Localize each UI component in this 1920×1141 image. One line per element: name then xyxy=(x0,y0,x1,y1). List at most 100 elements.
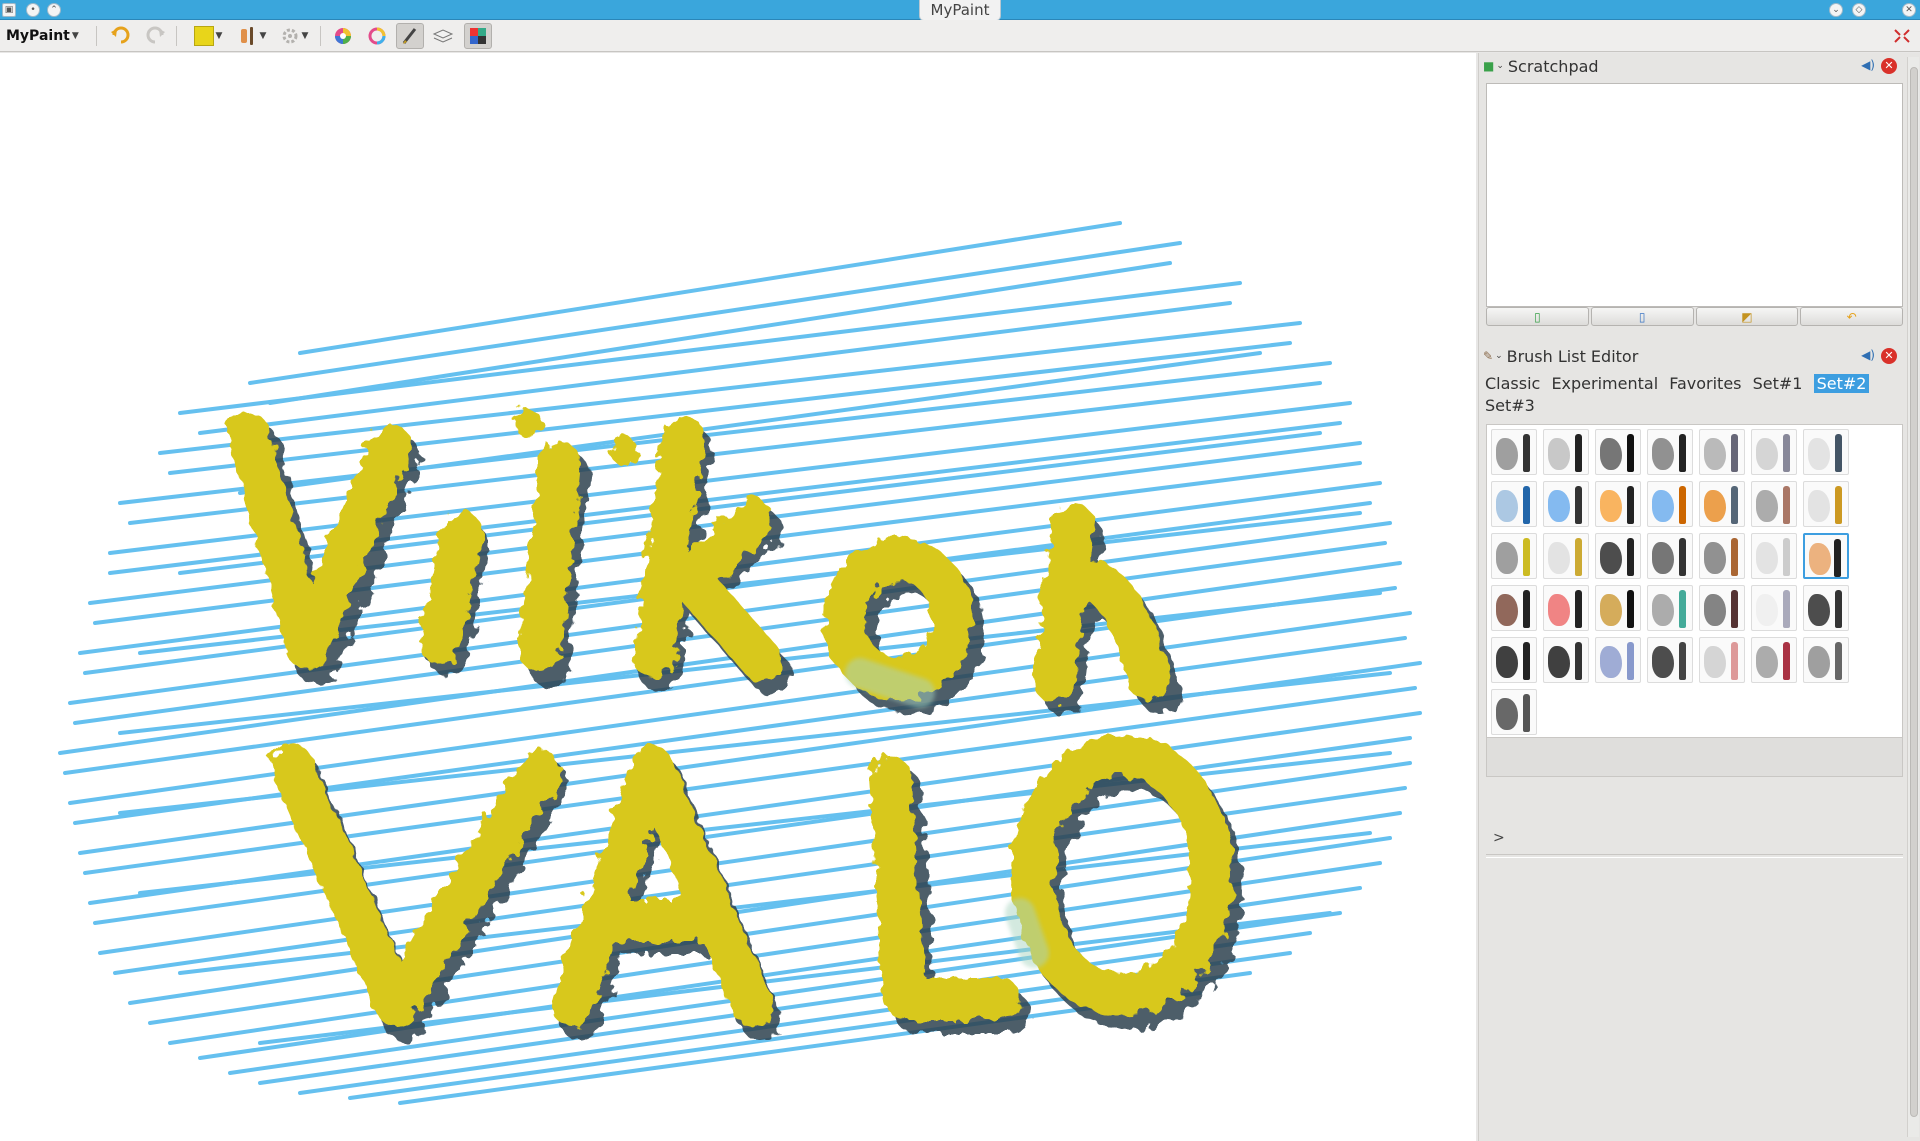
expand-arrow-icon[interactable]: > xyxy=(1493,830,1505,846)
tab-experimental[interactable]: Experimental xyxy=(1551,374,1658,393)
brush-thumbnail[interactable] xyxy=(1751,585,1797,631)
toolbar-separator xyxy=(176,26,177,46)
brush-stroke-preview xyxy=(1548,646,1570,678)
minimize-icon[interactable]: ⌄ xyxy=(1829,3,1843,17)
brush-stroke-preview xyxy=(1652,438,1674,470)
fullscreen-button[interactable] xyxy=(1890,23,1914,49)
layers-button[interactable] xyxy=(430,23,456,49)
tab-set3[interactable]: Set#3 xyxy=(1485,396,1535,415)
keep-above-icon[interactable]: ⌃ xyxy=(47,3,61,17)
brush-stroke-preview xyxy=(1600,646,1622,678)
brush-thumbnail[interactable] xyxy=(1543,637,1589,683)
brush-thumbnail[interactable] xyxy=(1543,429,1589,475)
color-button[interactable]: ▼ xyxy=(190,23,226,49)
brush-stroke-preview xyxy=(1808,490,1830,522)
brush-thumbnail[interactable] xyxy=(1647,637,1693,683)
brush-thumbnail[interactable] xyxy=(1595,637,1641,683)
pin-panel-icon[interactable]: ◀) xyxy=(1861,348,1875,362)
chevron-down-icon[interactable]: ⌄ xyxy=(1496,61,1504,71)
brush-thumbnail[interactable] xyxy=(1543,585,1589,631)
brush-thumbnail[interactable] xyxy=(1595,429,1641,475)
revert-icon: ↶ xyxy=(1846,309,1857,324)
brush-thumbnail[interactable] xyxy=(1803,429,1849,475)
brush-thumbnail[interactable] xyxy=(1751,429,1797,475)
undo-button[interactable] xyxy=(108,23,134,49)
scrollbar-thumb[interactable] xyxy=(1910,67,1918,1117)
panel-scrollbar[interactable] xyxy=(1907,57,1919,1137)
brush-list-header[interactable]: ✎ ⌄ Brush List Editor ◀) ✕ xyxy=(1483,343,1901,369)
tab-classic[interactable]: Classic xyxy=(1485,374,1540,393)
background-icon: ◩ xyxy=(1741,309,1753,324)
brush-thumbnail[interactable] xyxy=(1491,689,1537,735)
window-menu-icon[interactable]: ▣ xyxy=(2,3,16,17)
brush-tool-icon xyxy=(1627,486,1634,524)
close-panel-icon[interactable]: ✕ xyxy=(1881,58,1897,74)
chevron-down-icon[interactable]: ⌄ xyxy=(1495,351,1503,361)
brush-tool-icon xyxy=(1575,590,1582,628)
brush-stroke-preview xyxy=(1704,438,1726,470)
palette-icon xyxy=(470,28,486,44)
redo-icon xyxy=(146,26,165,44)
brush-thumbnail[interactable] xyxy=(1595,585,1641,631)
scratchpad-buttons: ▯ ▯ ◩ ↶ xyxy=(1486,307,1903,327)
tab-favorites[interactable]: Favorites xyxy=(1669,374,1741,393)
tab-set2[interactable]: Set#2 xyxy=(1813,374,1870,393)
pin-panel-icon[interactable]: ◀) xyxy=(1861,58,1875,72)
close-panel-icon[interactable]: ✕ xyxy=(1881,348,1897,364)
brush-thumbnail[interactable] xyxy=(1595,533,1641,579)
brush-stroke-preview xyxy=(1496,542,1518,574)
brush-stroke-preview xyxy=(1496,646,1518,678)
brush-thumbnail[interactable] xyxy=(1699,533,1745,579)
brush-button[interactable]: ▼ xyxy=(234,23,270,49)
brush-thumbnail[interactable] xyxy=(1699,481,1745,527)
brush-thumbnail[interactable] xyxy=(1647,585,1693,631)
redo-button[interactable] xyxy=(142,23,168,49)
brush-stroke-preview xyxy=(1756,542,1778,574)
brush-thumbnail[interactable] xyxy=(1491,585,1537,631)
close-icon[interactable]: ✕ xyxy=(1902,3,1916,17)
color-palette-button[interactable] xyxy=(464,23,492,49)
tab-set1[interactable]: Set#1 xyxy=(1753,374,1803,393)
brush-thumbnail[interactable] xyxy=(1491,481,1537,527)
color-ring-button[interactable] xyxy=(364,23,390,49)
save-scratchpad-button[interactable]: ▯ xyxy=(1590,307,1694,326)
scratchpad-canvas[interactable] xyxy=(1486,83,1903,307)
brush-stroke-preview xyxy=(1808,594,1830,626)
app-menu-button[interactable]: MyPaint ▼ xyxy=(6,23,79,49)
revert-scratchpad-button[interactable]: ↶ xyxy=(1800,307,1903,326)
maximize-icon[interactable]: ◇ xyxy=(1852,3,1866,17)
brush-thumbnail[interactable] xyxy=(1491,533,1537,579)
brush-thumbnail[interactable] xyxy=(1543,481,1589,527)
brush-thumbnail[interactable] xyxy=(1699,585,1745,631)
scratchpad-header[interactable]: ■ ⌄ Scratchpad ◀) ✕ xyxy=(1483,53,1901,79)
brush-tool-icon xyxy=(1523,694,1530,732)
brush-stroke-preview xyxy=(1600,438,1622,470)
brush-thumbnail[interactable] xyxy=(1803,637,1849,683)
freehand-tool-button[interactable] xyxy=(396,23,424,49)
settings-button[interactable]: ▼ xyxy=(276,23,312,49)
pin-icon[interactable]: • xyxy=(26,3,40,17)
scratchpad-background-button[interactable]: ◩ xyxy=(1695,307,1799,326)
brush-thumbnail[interactable] xyxy=(1751,533,1797,579)
brush-thumbnail[interactable] xyxy=(1647,533,1693,579)
brush-thumbnail[interactable] xyxy=(1491,429,1537,475)
new-scratchpad-button[interactable]: ▯ xyxy=(1486,307,1589,326)
brush-thumbnail[interactable] xyxy=(1595,481,1641,527)
fullscreen-icon xyxy=(1894,29,1910,43)
brush-thumbnail[interactable] xyxy=(1491,637,1537,683)
brush-thumbnail[interactable] xyxy=(1647,429,1693,475)
undo-icon xyxy=(111,26,130,44)
brush-thumbnail[interactable] xyxy=(1751,637,1797,683)
brush-thumbnail[interactable] xyxy=(1647,481,1693,527)
brush-thumbnail[interactable] xyxy=(1699,637,1745,683)
drawing-canvas[interactable] xyxy=(0,53,1476,1141)
brush-stroke-preview xyxy=(1600,490,1622,522)
brush-thumbnail[interactable] xyxy=(1803,585,1849,631)
brush-thumbnail[interactable] xyxy=(1751,481,1797,527)
brush-thumbnail[interactable] xyxy=(1803,533,1849,579)
color-wheel-button[interactable] xyxy=(330,23,356,49)
brush-tool-icon xyxy=(1783,590,1790,628)
brush-thumbnail[interactable] xyxy=(1699,429,1745,475)
brush-thumbnail[interactable] xyxy=(1543,533,1589,579)
brush-thumbnail[interactable] xyxy=(1803,481,1849,527)
